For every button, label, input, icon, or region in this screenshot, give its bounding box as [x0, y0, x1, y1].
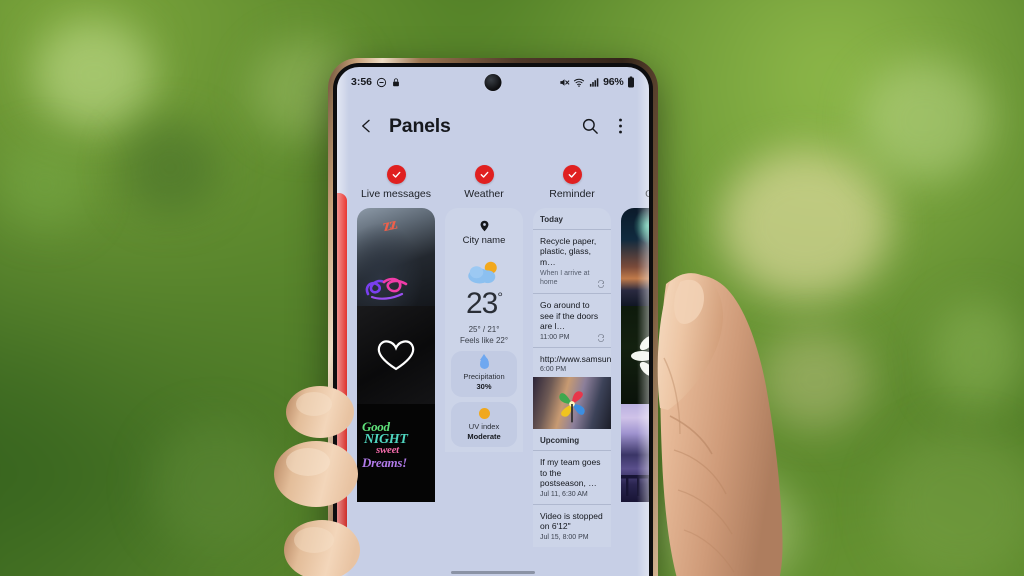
uv-index-label: UV index: [468, 421, 500, 431]
weather-card-uv-index[interactable]: UV index Moderate: [451, 401, 517, 447]
location-pin-icon: [480, 220, 488, 231]
precipitation-value: 30%: [476, 381, 492, 391]
status-time: 3:56: [351, 76, 373, 88]
panel-preview-weather[interactable]: City name 23° 25° / 21° Feels like 22° P…: [445, 207, 523, 452]
panels-scroll-area[interactable]: Live messages zz Good NIGHT sweet Dreams…: [337, 155, 649, 576]
scribble-doodle-icon: [365, 277, 408, 300]
do-not-disturb-icon: [376, 77, 387, 87]
repeat-icon: [598, 333, 604, 342]
reminder-section-heading-today: Today: [540, 214, 563, 224]
bokeh-light: [860, 60, 990, 180]
phone-device: 3:56 96% Panels Live messages zz Good NI…: [328, 58, 658, 576]
reminder-time: 6:00 PM: [540, 366, 567, 373]
battery-percentage: 96%: [603, 76, 624, 88]
reminder-link-title: http://www.samsung.com: [540, 353, 611, 364]
reminder-time: Jul 11, 6:30 AM: [540, 490, 588, 498]
panel-live-messages[interactable]: Live messages zz Good NIGHT sweet Dreams…: [357, 165, 435, 502]
live-message-tile-goodnight: Good NIGHT sweet Dreams!: [357, 403, 435, 502]
more-options-button[interactable]: [607, 113, 633, 139]
panel-reminder[interactable]: Reminder Today Recycle paper, plastic, g…: [533, 165, 611, 547]
live-message-tile-heart: [357, 305, 435, 404]
weather-high-low: 25° / 21°: [468, 324, 500, 334]
panel-preview-clipboard[interactable]: [621, 207, 649, 502]
panel-label-weather: Weather: [464, 188, 504, 200]
repeat-icon: [598, 280, 604, 288]
battery-icon: [628, 76, 634, 88]
clipboard-tile-daisy: [621, 305, 649, 404]
check-icon: [392, 171, 400, 178]
app-bar: Panels: [337, 97, 649, 155]
panel-toggle-reminder[interactable]: [562, 165, 582, 184]
goodnight-line-4: Dreams!: [362, 454, 407, 470]
bokeh-light: [120, 120, 220, 215]
bridge-silhouette-icon: [621, 474, 649, 496]
reminder-item[interactable]: http://www.samsung.com 6:00 PM: [533, 346, 611, 378]
bokeh-light: [930, 300, 1024, 410]
mute-icon: [559, 78, 570, 86]
bokeh-light: [34, 20, 154, 130]
search-button[interactable]: [577, 113, 603, 139]
bokeh-light: [150, 420, 280, 550]
signal-icon: [589, 77, 598, 87]
weather-temperature: 23°: [466, 286, 503, 320]
reminder-subtitle: When I arrive at home: [540, 270, 590, 286]
back-button[interactable]: [353, 113, 379, 139]
panel-toggle-weather[interactable]: [474, 165, 494, 184]
zz-doodle-text: zz: [381, 213, 398, 235]
bokeh-light: [720, 150, 890, 300]
weather-city-name: City name: [462, 234, 506, 246]
live-message-tile-pug: zz: [357, 207, 435, 306]
reminder-item[interactable]: Recycle paper, plastic, glass, m… When I…: [533, 228, 611, 294]
back-chevron-icon: [361, 119, 370, 133]
bokeh-light: [760, 330, 870, 430]
panel-weather[interactable]: Weather City name 23° 25° / 21° Feels li…: [445, 165, 523, 452]
clipboard-tile-bridge: [621, 403, 649, 502]
reminder-title: If my team goes to the postseason, …: [540, 457, 601, 488]
panel-label-reminder: Reminder: [549, 188, 595, 200]
reminder-title: Recycle paper, plastic, glass, m…: [540, 235, 597, 267]
precipitation-label: Precipitation: [463, 371, 505, 381]
front-camera-punch-hole: [484, 74, 502, 91]
uv-sun-icon: [478, 407, 490, 419]
reminder-link-preview-image: [533, 377, 611, 429]
status-bar: 3:56 96%: [337, 67, 649, 97]
daisy-flower-icon: [631, 336, 649, 377]
reminder-section-heading-upcoming: Upcoming: [540, 436, 580, 445]
bokeh-light: [0, 140, 90, 230]
reminder-item[interactable]: Go around to see if the doors are l… 11:…: [533, 293, 611, 347]
water-drop-icon: [479, 356, 489, 369]
goodnight-line-1: Good: [362, 418, 390, 434]
phone-screen: 3:56 96% Panels Live messages zz Good NI…: [337, 67, 649, 576]
bokeh-light: [880, 430, 1024, 576]
panel-partial-offscreen-left[interactable]: [337, 193, 347, 576]
reminder-title: Video is stopped on 6'12": [540, 510, 603, 532]
search-icon: [582, 118, 598, 134]
heart-doodle-icon: [377, 339, 415, 370]
clipboard-tile-aurora: [621, 207, 649, 306]
reminder-time: Jul 15, 8:00 PM: [540, 533, 589, 541]
reminder-title: Go around to see if the doors are l…: [540, 300, 599, 331]
lock-icon: [393, 77, 399, 86]
uv-index-value: Moderate: [467, 431, 501, 441]
navigation-gesture-bar[interactable]: [451, 571, 535, 574]
partly-cloudy-icon: [468, 261, 497, 283]
check-icon: [568, 171, 576, 178]
page-title: Panels: [389, 114, 451, 137]
panel-preview-reminder[interactable]: Today Recycle paper, plastic, glass, m… …: [533, 207, 611, 547]
panel-clipboard[interactable]: Clipbo: [621, 165, 649, 502]
reminder-time: 11:00 PM: [540, 333, 570, 341]
more-options-icon: [618, 118, 622, 134]
weather-feels-like: Feels like 22°: [459, 335, 509, 345]
check-icon: [480, 171, 488, 178]
pinwheel-icon: [559, 391, 585, 423]
reminder-item[interactable]: If my team goes to the postseason, … Jul…: [533, 450, 611, 504]
panel-label-clipboard: Clipbo: [645, 188, 649, 200]
reminder-item[interactable]: Video is stopped on 6'12" Jul 15, 8:00 P…: [533, 503, 611, 547]
panel-toggle-live-messages[interactable]: [386, 165, 406, 184]
wifi-icon: [573, 78, 585, 87]
panel-preview-live-messages[interactable]: zz Good NIGHT sweet Dreams!: [357, 207, 435, 502]
panel-label-live-messages: Live messages: [360, 188, 432, 200]
weather-card-precipitation[interactable]: Precipitation 30%: [451, 350, 517, 397]
